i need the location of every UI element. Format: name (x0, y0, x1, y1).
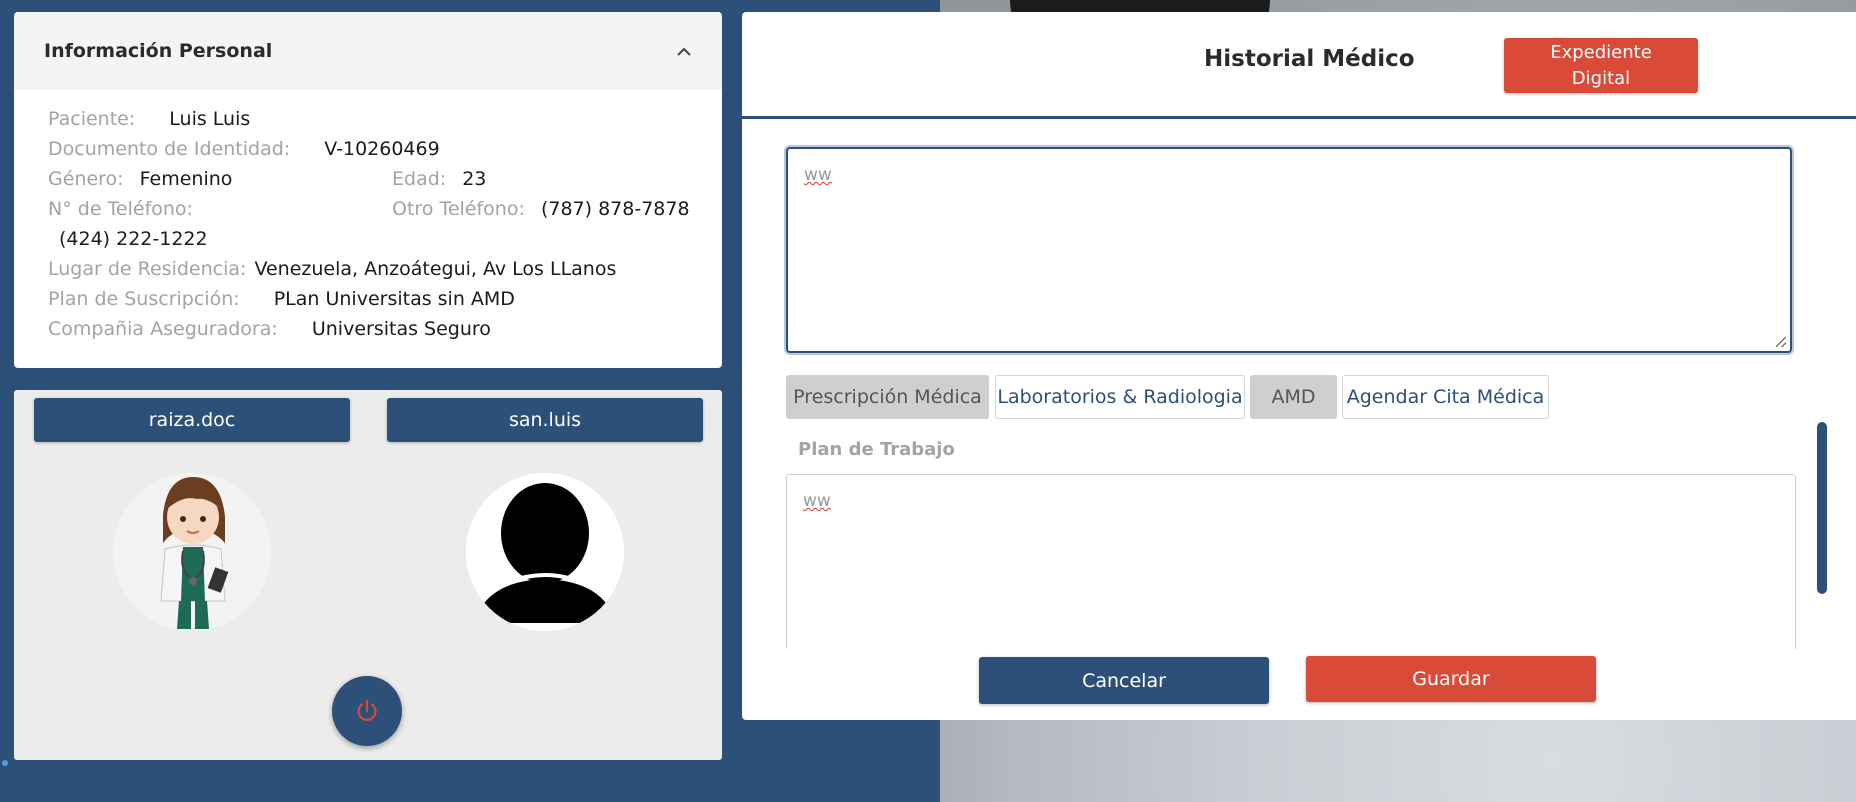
patient-row: Paciente: Luis Luis (48, 104, 250, 134)
history-textarea[interactable]: ww (786, 147, 1792, 353)
tab-agendar-cita-medica[interactable]: Agendar Cita Médica (1342, 375, 1549, 419)
patient-value: Luis Luis (169, 108, 251, 130)
other-phone-value: (787) 878-7878 (540, 198, 690, 220)
residence-value: Venezuela, Anzoátegui, Av Los LLanos (254, 258, 617, 280)
age-row: Edad: 23 (392, 164, 486, 194)
resize-handle-icon[interactable] (1776, 337, 1786, 347)
plan-value: PLan Universitas sin AMD (273, 288, 515, 310)
medical-history-modal: Historial Médico Expediente Digital ww P… (742, 12, 1856, 720)
patient-label: Paciente: (48, 108, 136, 130)
call-participants-card: raiza.doc san.luis (14, 390, 722, 760)
patient-avatar (466, 473, 624, 631)
doctor-user-button[interactable]: raiza.doc (34, 398, 350, 442)
chevron-up-icon[interactable] (676, 42, 692, 61)
modal-header: Historial Médico Expediente Digital (742, 12, 1856, 119)
tab-prescripcion-medica[interactable]: Prescripción Médica (786, 375, 989, 419)
doctor-avatar (113, 473, 271, 631)
plan-de-trabajo-label: Plan de Trabajo (798, 439, 955, 460)
modal-title: Historial Médico (1204, 46, 1415, 72)
end-call-button[interactable] (332, 676, 402, 746)
expediente-digital-label: Expediente Digital (1550, 41, 1652, 89)
expediente-digital-button[interactable]: Expediente Digital (1504, 38, 1698, 93)
modal-scrollbar-thumb[interactable] (1817, 422, 1827, 594)
focus-indicator (2, 760, 8, 766)
gender-row: Género: Femenino (48, 164, 232, 194)
patient-user-button[interactable]: san.luis (387, 398, 703, 442)
other-phone-label: Otro Teléfono: (392, 198, 525, 220)
gender-label: Género: (48, 168, 124, 190)
modal-scroll-area[interactable]: ww Prescripción Médica Laboratorios & Ra… (742, 119, 1856, 649)
power-icon (357, 699, 377, 721)
history-textarea-value: ww (804, 165, 832, 185)
other-phone-row: Otro Teléfono: (787) 878-7878 (392, 194, 690, 224)
age-label: Edad: (392, 168, 447, 190)
id-value: V-10260469 (324, 138, 440, 160)
plan-de-trabajo-value: ww (803, 491, 831, 511)
insurer-value: Universitas Seguro (311, 318, 491, 340)
insurer-row: Compañia Aseguradora: Universitas Seguro (48, 314, 491, 344)
residence-row: Lugar de Residencia: Venezuela, Anzoáteg… (48, 254, 616, 284)
personal-info-header[interactable]: Información Personal (14, 12, 722, 90)
personal-info-title: Información Personal (44, 40, 273, 62)
tab-laboratorios-radiologia[interactable]: Laboratorios & Radiologia (995, 375, 1245, 419)
doctor-avatar-icon (160, 477, 229, 629)
personal-info-body: Paciente: Luis Luis Documento de Identid… (14, 90, 722, 368)
plan-label: Plan de Suscripción: (48, 288, 240, 310)
cancel-button[interactable]: Cancelar (979, 657, 1269, 704)
plan-de-trabajo-textarea[interactable]: ww (786, 474, 1796, 649)
phone-label: N° de Teléfono: (48, 198, 193, 220)
tab-amd[interactable]: AMD (1250, 375, 1337, 419)
phone-value-row: (424) 222-1222 (59, 224, 208, 254)
insurer-label: Compañia Aseguradora: (48, 318, 278, 340)
plan-row: Plan de Suscripción: PLan Universitas si… (48, 284, 515, 314)
save-button[interactable]: Guardar (1306, 656, 1596, 702)
id-label: Documento de Identidad: (48, 138, 291, 160)
user-silhouette-icon (474, 483, 616, 623)
personal-info-card: Información Personal Paciente: Luis Luis… (14, 12, 722, 368)
id-row: Documento de Identidad: V-10260469 (48, 134, 440, 164)
phone-row: N° de Teléfono: (48, 194, 193, 224)
residence-label: Lugar de Residencia: (48, 258, 247, 280)
gender-value: Femenino (139, 168, 233, 190)
phone-value: (424) 222-1222 (59, 228, 208, 250)
age-value: 23 (462, 168, 487, 190)
